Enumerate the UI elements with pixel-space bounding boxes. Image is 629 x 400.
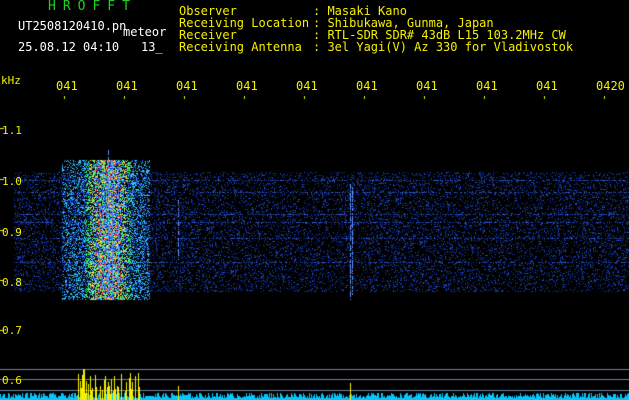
x-tick-label: 041 [116, 79, 138, 93]
x-tick-label: 041 [176, 79, 198, 93]
spectrogram-canvas [0, 0, 629, 400]
y-tick-label: 0.8 [2, 276, 22, 289]
meteor-count: 13_ [141, 40, 163, 54]
date-time: 25.08.12 04:10 [18, 40, 120, 54]
y-tick-label: 0.7 [2, 324, 22, 337]
y-axis-unit-label: kHz [1, 74, 21, 87]
meteor-tag: meteor [123, 25, 167, 39]
antenna-label: Receiving Antenna [179, 40, 302, 54]
x-tick-label: 041 [236, 79, 258, 93]
y-tick-label: 1.0 [2, 175, 22, 188]
y-tick-label: 0.6 [2, 374, 22, 387]
antenna-value: : 3el Yagi(V) Az 330 for Vladivostok [313, 40, 574, 54]
app-title: HROFFT [48, 0, 137, 14]
x-tick-label: 041 [356, 79, 378, 93]
x-tick-label: 041 [476, 79, 498, 93]
file-name: UT2508120410.pn [18, 19, 127, 33]
x-tick-label: 0420 [596, 79, 625, 93]
x-tick-label: 041 [296, 79, 318, 93]
x-tick-label: 041 [416, 79, 438, 93]
y-tick-label: 1.1 [2, 124, 22, 137]
x-tick-label: 041 [56, 79, 78, 93]
y-tick-label: 0.9 [2, 226, 22, 239]
x-tick-label: 041 [536, 79, 558, 93]
